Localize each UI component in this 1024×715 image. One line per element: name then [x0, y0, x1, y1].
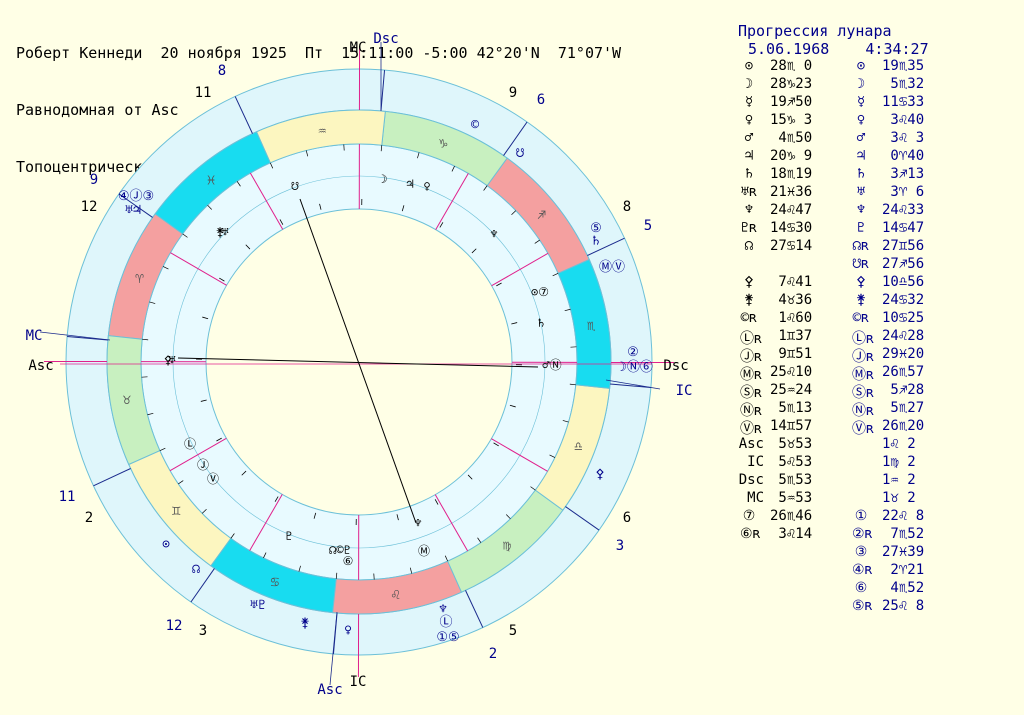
prog-dsc-label: Dsc: [373, 31, 398, 47]
inner-planet-glyph: ♀: [423, 179, 430, 193]
zodiac-sign-glyph: ♑: [439, 136, 448, 152]
progression-time: 4:34:27: [865, 40, 929, 58]
progression-title: Прогрессия лунара: [738, 22, 892, 40]
inner-planet-glyph: Ⓛ: [184, 437, 196, 451]
inner-planet-glyph: ☋: [291, 179, 299, 193]
inner-planet-glyph: ⑥: [343, 554, 354, 568]
prog-house-number: 8: [218, 63, 226, 79]
outer-planet-glyph: ☊: [192, 562, 200, 577]
zodiac-sign-glyph: ♌: [392, 587, 401, 603]
inner-planet-glyph: ⚴: [164, 353, 173, 367]
natal-house-number: 6: [623, 510, 631, 526]
outer-planet-glyph: ©: [471, 118, 479, 133]
outer-planet-glyph: ☋: [516, 146, 524, 161]
zodiac-sign-glyph: ♊: [172, 503, 181, 519]
outer-planet-glyph: ④Ⓙ③: [118, 189, 154, 204]
zodiac-sign-glyph: ♎: [574, 439, 582, 455]
zodiac-sign-glyph: ♓: [207, 172, 215, 188]
zodiac-sign-glyph: ♏: [587, 318, 596, 334]
outer-planet-glyph: Ⓛ: [439, 615, 452, 630]
natal-house-number: 11: [195, 85, 212, 101]
prog-house-number: 9: [90, 172, 98, 188]
progression-date-line: 5.06.1968 4:34:27: [748, 40, 929, 58]
prog-mc-label: MC: [26, 328, 43, 344]
outer-planet-glyph: ②: [627, 345, 639, 360]
inner-planet-glyph: Ⓥ: [207, 472, 219, 486]
zodiac-sign-glyph: ♋: [271, 574, 279, 590]
prog-house-number: 6: [537, 92, 545, 108]
inner-planet-glyph: ☽: [380, 172, 387, 186]
zodiac-sign-glyph: ♒: [318, 123, 326, 139]
natal-mc-label: MC: [350, 40, 367, 56]
outer-planet-glyph: ①⑤: [436, 630, 459, 645]
zodiac-sign-glyph: ♐: [537, 207, 545, 223]
outer-planet-glyph: ⊙: [162, 537, 170, 552]
inner-planet-glyph: ⊙⑦: [531, 285, 549, 299]
zodiac-sign-glyph: ♍: [503, 538, 511, 554]
natal-house-number: 5: [509, 623, 517, 639]
prog-house-number: 12: [166, 618, 183, 634]
natal-dsc-label: Dsc: [663, 358, 688, 374]
prog-house-number: 11: [59, 489, 76, 505]
inner-planet-glyph: ♆: [490, 227, 497, 241]
prog-house-number: 5: [644, 218, 652, 234]
astrology-wheel[interactable]: ♈♉♊♋♌♍♎♏♐♑♒♓ ☽ ♃ ♀☋♅ ♆⊙⑦♄♂Ⓝ♆Ⓜ☊©♇⑥♇ⓁⒿⓋ♅⚴⚵©☋⑤…: [0, 0, 1024, 715]
outer-planet-glyph: ♄: [592, 234, 600, 249]
outer-planet-glyph: ♅♇: [250, 598, 266, 613]
prog-house-number: 2: [489, 646, 497, 662]
inner-planet-glyph: ♇: [285, 529, 292, 543]
progression-date: 5.06.1968: [748, 40, 830, 58]
prog-asc-label: Asc: [317, 682, 342, 698]
inner-planet-glyph: ⚵: [216, 225, 225, 239]
outer-planet-glyph: ⚴: [595, 467, 605, 482]
inner-planet-glyph: ♃: [406, 177, 413, 191]
prog-house-number: 3: [616, 538, 624, 554]
inner-planet-glyph: ♄: [537, 316, 544, 330]
natal-asc-label: Asc: [28, 358, 53, 374]
inner-planet-glyph: Ⓙ: [197, 458, 209, 472]
natal-house-number: 12: [81, 199, 98, 215]
natal-house-number: 9: [509, 85, 517, 101]
zodiac-sign-glyph: ♉: [123, 392, 132, 408]
outer-planet-glyph: ♅♃: [125, 203, 141, 218]
natal-house-number: 8: [623, 199, 631, 215]
outer-planet-glyph: ♀: [344, 623, 352, 638]
zodiac-sign-glyph: ♈: [135, 271, 144, 287]
outer-planet-glyph: ⚵: [300, 616, 310, 631]
natal-house-number: 3: [199, 623, 207, 639]
natal-house-number: 2: [85, 510, 93, 526]
outer-planet-glyph: ⓂⓋ: [599, 260, 625, 275]
outer-planet-glyph: ☽Ⓝ⑥: [619, 360, 653, 375]
center-disc: [205, 208, 513, 516]
inner-planet-glyph: ♂Ⓝ: [542, 358, 561, 372]
inner-planet-glyph: ♆: [414, 516, 421, 530]
prog-ic-label: IC: [676, 383, 693, 399]
natal-ic-label: IC: [350, 674, 367, 690]
inner-planet-glyph: Ⓜ: [418, 544, 430, 558]
